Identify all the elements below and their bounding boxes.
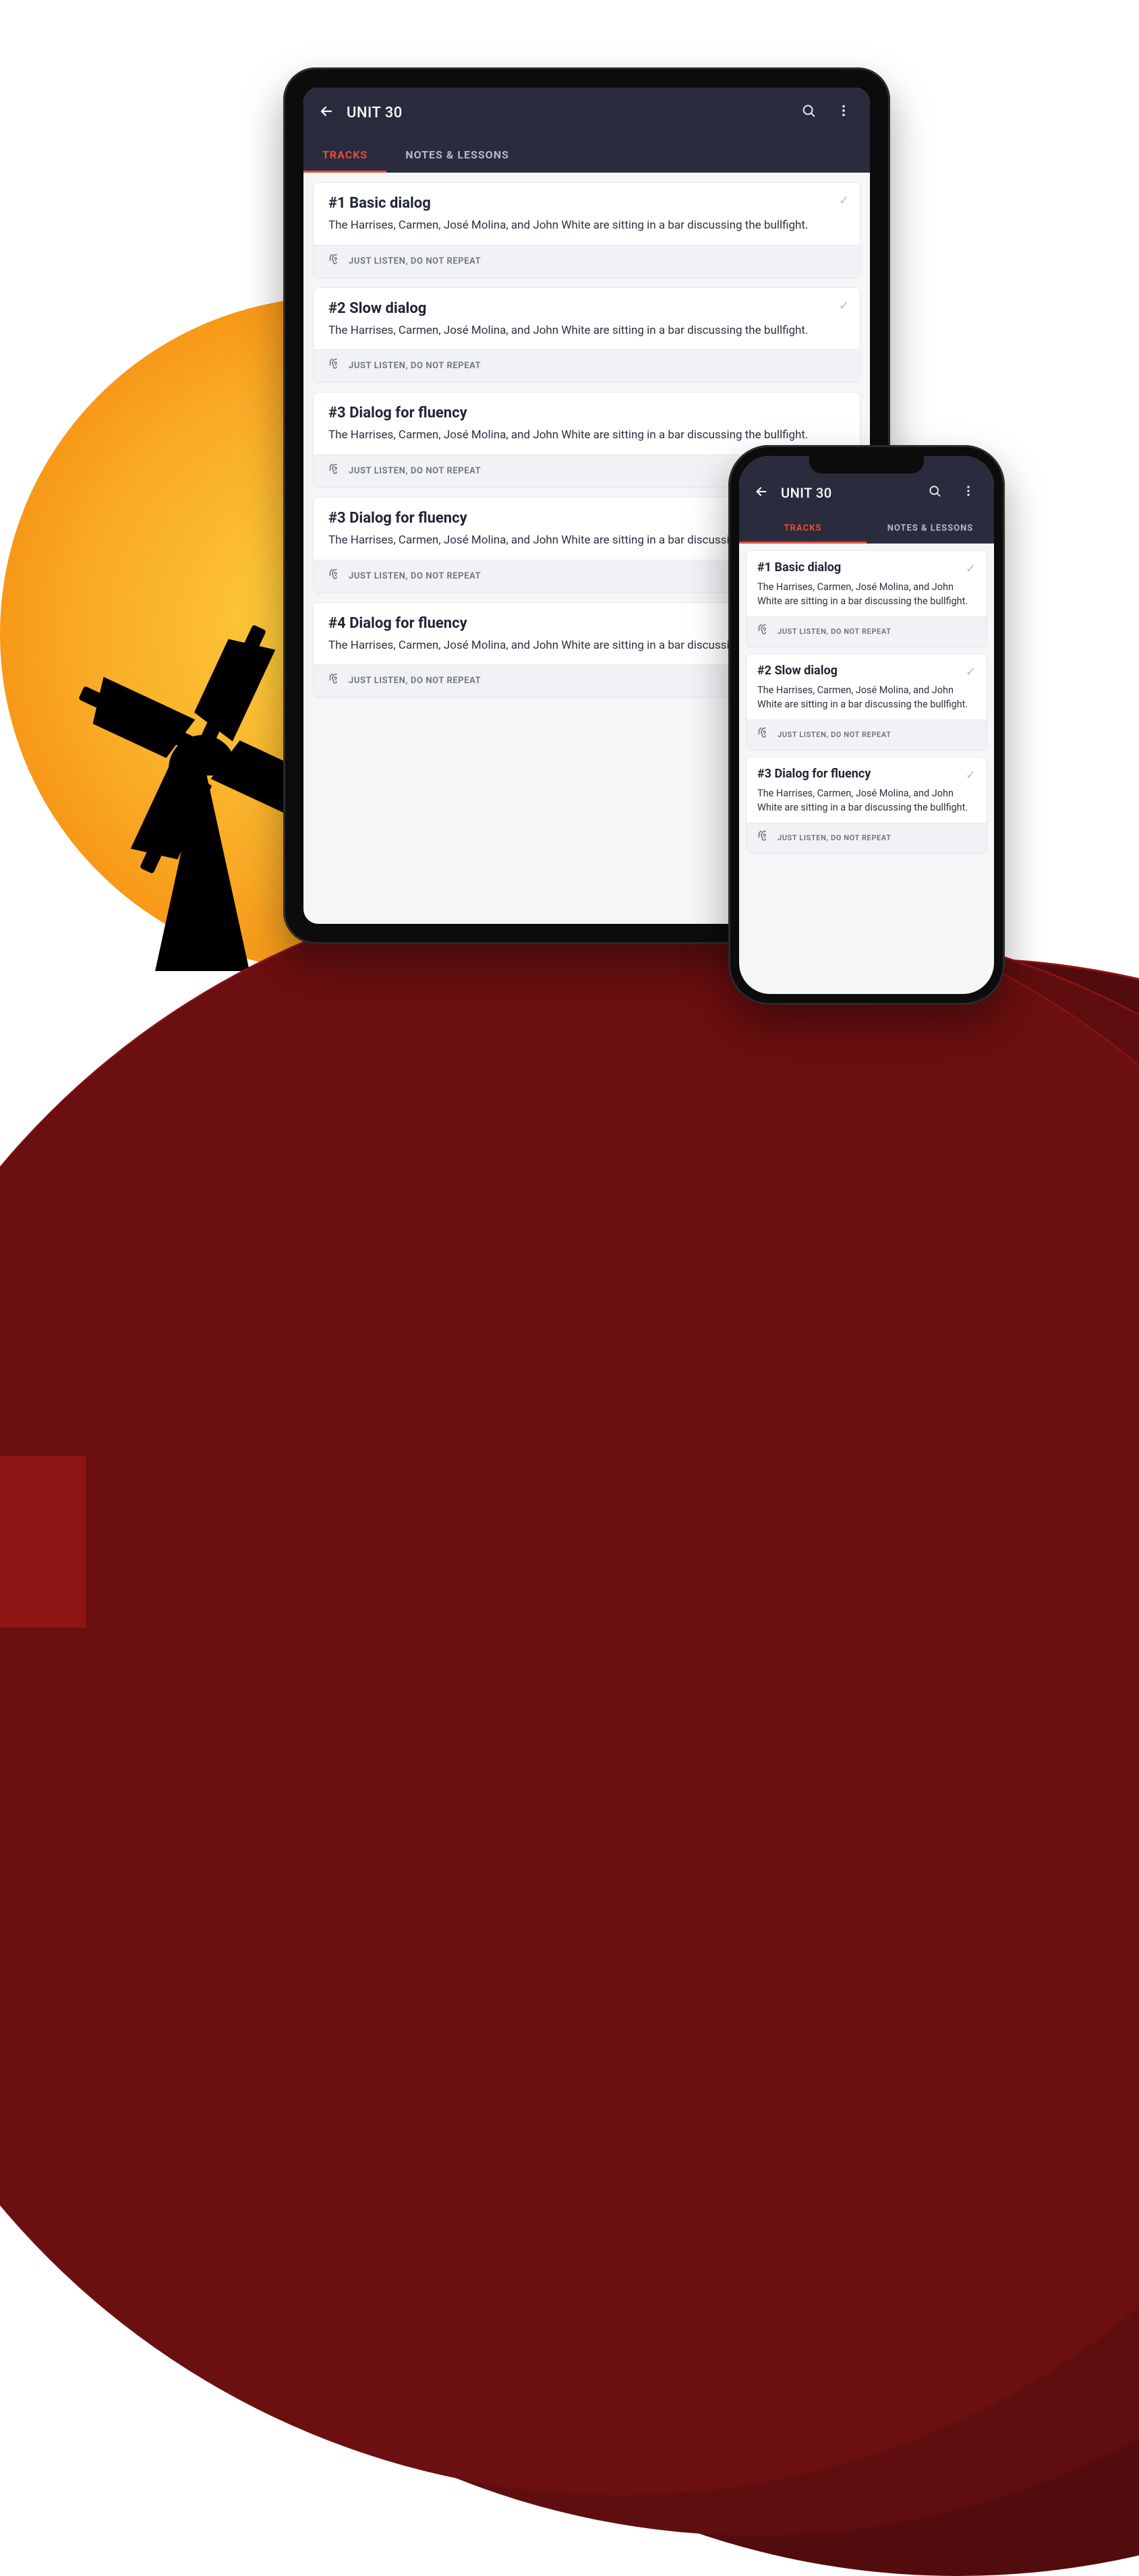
search-icon[interactable] — [797, 99, 820, 126]
tab-tracks[interactable]: TRACKS — [303, 138, 386, 173]
track-hint: JUST LISTEN, DO NOT REPEAT — [314, 349, 860, 382]
ear-listen-icon — [328, 673, 341, 689]
ear-listen-icon — [757, 727, 769, 742]
track-hint: JUST LISTEN, DO NOT REPEAT — [747, 823, 987, 852]
ear-listen-icon — [328, 254, 341, 269]
page-title: UNIT 30 — [781, 485, 832, 501]
hint-text: JUST LISTEN, DO NOT REPEAT — [349, 571, 481, 581]
phone-screen: UNIT 30 TRACKS NOTES & LESSONS ✓#1 Basic… — [739, 456, 994, 994]
tab-notes-lessons[interactable]: NOTES & LESSONS — [867, 514, 994, 544]
track-card[interactable]: ✓#1 Basic dialog The Harrises, Carmen, Jo… — [313, 182, 860, 278]
track-hint: JUST LISTEN, DO NOT REPEAT — [314, 245, 860, 277]
ear-listen-icon — [757, 830, 769, 846]
track-description: The Harrises, Carmen, José Molina, and J… — [328, 217, 845, 234]
search-icon[interactable] — [924, 480, 945, 506]
more-vert-icon[interactable] — [832, 99, 855, 126]
hint-text: JUST LISTEN, DO NOT REPEAT — [349, 256, 481, 266]
track-title: #3 Dialog for fluency — [328, 405, 845, 421]
track-card[interactable]: ✓#2 Slow dialog The Harrises, Carmen, Jos… — [313, 287, 860, 383]
completed-check-icon: ✓ — [839, 299, 849, 313]
page-title: UNIT 30 — [347, 105, 403, 121]
track-title: #3 Dialog for fluency — [757, 767, 976, 781]
phone-notch — [809, 455, 924, 473]
hint-text: JUST LISTEN, DO NOT REPEAT — [778, 730, 891, 739]
app-header: UNIT 30 — [303, 88, 870, 138]
hill-front — [0, 877, 1139, 2495]
track-hint: JUST LISTEN, DO NOT REPEAT — [747, 720, 987, 749]
ear-listen-icon — [328, 358, 341, 374]
tab-tracks[interactable]: TRACKS — [739, 514, 867, 544]
tab-bar: TRACKS NOTES & LESSONS — [739, 514, 994, 544]
back-icon[interactable] — [318, 103, 334, 123]
track-title: #1 Basic dialog — [328, 195, 845, 212]
track-description: The Harrises, Carmen, José Molina, and J… — [328, 427, 845, 444]
track-card[interactable]: ✓#2 Slow dialog The Harrises, Carmen, Jos… — [746, 653, 987, 750]
completed-check-icon: ✓ — [966, 768, 976, 782]
track-description: The Harrises, Carmen, José Molina, and J… — [328, 322, 845, 339]
completed-check-icon: ✓ — [966, 562, 976, 576]
track-title: #1 Basic dialog — [757, 560, 976, 575]
track-card[interactable]: ✓#3 Dialog for fluency The Harrises, Carm… — [746, 757, 987, 853]
ear-listen-icon — [328, 463, 341, 479]
track-hint: JUST LISTEN, DO NOT REPEAT — [747, 616, 987, 646]
track-title: #2 Slow dialog — [328, 300, 845, 317]
track-description: The Harrises, Carmen, José Molina, and J… — [757, 683, 976, 711]
hint-text: JUST LISTEN, DO NOT REPEAT — [349, 361, 481, 371]
back-icon[interactable] — [754, 484, 769, 502]
track-list[interactable]: ✓#1 Basic dialogThe Harrises, Carmen, Jo… — [739, 544, 994, 994]
track-description: The Harrises, Carmen, José Molina, and J… — [757, 580, 976, 608]
phone-device-frame: UNIT 30 TRACKS NOTES & LESSONS ✓#1 Basic… — [728, 445, 1005, 1005]
hint-text: JUST LISTEN, DO NOT REPEAT — [778, 627, 891, 636]
hint-text: JUST LISTEN, DO NOT REPEAT — [349, 466, 481, 476]
ear-listen-icon — [328, 568, 341, 584]
ear-listen-icon — [757, 624, 769, 639]
tab-notes-lessons[interactable]: NOTES & LESSONS — [386, 138, 528, 173]
hint-text: JUST LISTEN, DO NOT REPEAT — [349, 676, 481, 686]
track-title: #2 Slow dialog — [757, 664, 976, 678]
completed-check-icon: ✓ — [966, 665, 976, 679]
tab-bar: TRACKS NOTES & LESSONS — [303, 138, 870, 173]
track-description: The Harrises, Carmen, José Molina, and J… — [757, 786, 976, 815]
more-vert-icon[interactable] — [958, 480, 979, 506]
track-card[interactable]: ✓#1 Basic dialog The Harrises, Carmen, Jo… — [746, 550, 987, 647]
completed-check-icon: ✓ — [839, 194, 849, 208]
hint-text: JUST LISTEN, DO NOT REPEAT — [778, 833, 891, 842]
